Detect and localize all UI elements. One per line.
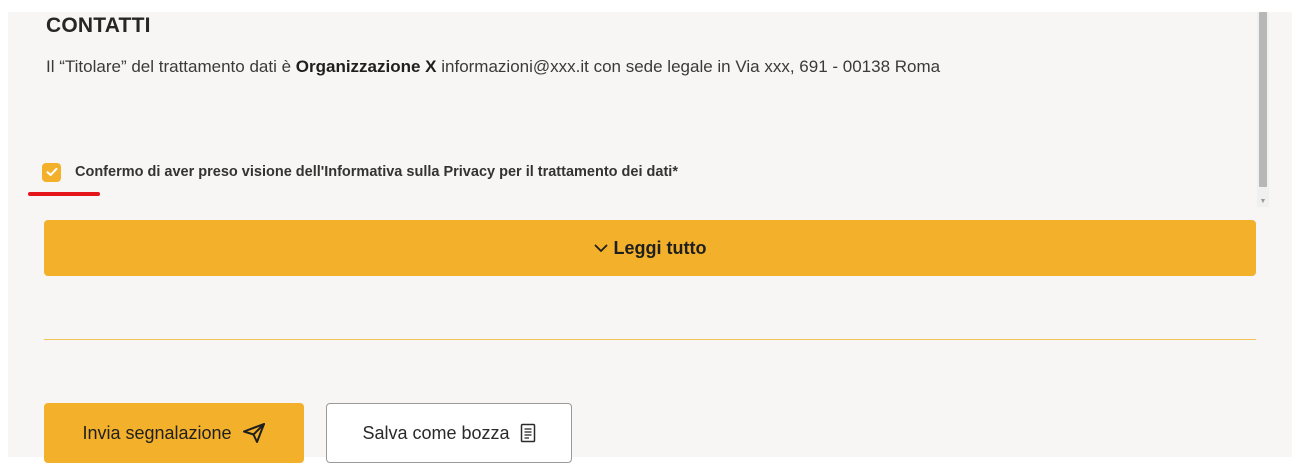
privacy-consent-row: Confermo di aver preso visione dell'Info…: [42, 161, 678, 183]
chevron-down-icon: [594, 244, 608, 253]
contact-text-after: informazioni@xxx.it con sede legale in V…: [436, 57, 941, 76]
read-more-label: Leggi tutto: [613, 237, 707, 258]
organization-name: Organizzazione X: [295, 57, 437, 76]
submit-report-button[interactable]: Invia segnalazione: [44, 403, 304, 463]
save-draft-label: Salva come bozza: [362, 422, 510, 443]
contact-text: Il “Titolare” del trattamento dati è Org…: [46, 57, 940, 77]
contact-text-before: Il “Titolare” del trattamento dati è: [46, 57, 296, 76]
privacy-consent-label[interactable]: Confermo di aver preso visione dell'Info…: [75, 164, 678, 180]
form-panel: CONTATTI Il “Titolare” del trattamento d…: [8, 12, 1292, 463]
check-icon: [46, 167, 57, 176]
section-divider: [44, 339, 1256, 340]
scroll-down-arrow-icon[interactable]: ▼: [1259, 195, 1267, 207]
section-title: CONTATTI: [46, 14, 151, 37]
send-icon: [242, 422, 266, 444]
save-draft-button[interactable]: Salva come bozza: [326, 403, 572, 463]
privacy-consent-checkbox[interactable]: [42, 162, 61, 182]
annotation-underline: [28, 192, 100, 196]
scrollbar[interactable]: ▼: [1257, 12, 1269, 207]
submit-report-label: Invia segnalazione: [82, 422, 232, 443]
document-icon: [520, 423, 536, 443]
scrollbar-thumb[interactable]: [1259, 12, 1267, 187]
privacy-text-scroll-area[interactable]: CONTATTI Il “Titolare” del trattamento d…: [8, 12, 1292, 212]
read-more-button[interactable]: Leggi tutto: [44, 220, 1256, 276]
